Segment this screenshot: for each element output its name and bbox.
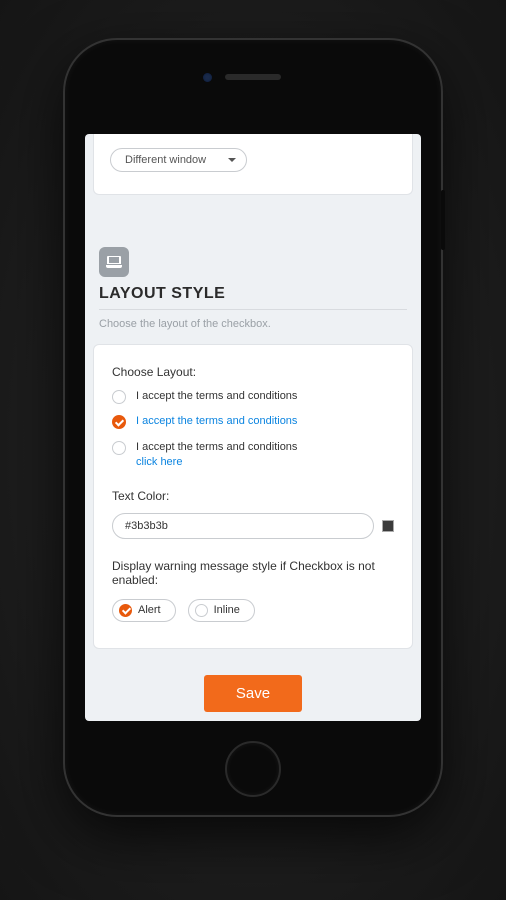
text-color-input[interactable] [112,513,374,539]
layout-option-base-text: I accept the terms and conditions [136,441,297,453]
radio-icon [195,604,208,617]
phone-camera [203,73,212,82]
radio-icon [112,390,126,404]
phone-speaker [225,74,281,80]
window-target-value: Different window [125,154,206,166]
layout-option-3[interactable]: I accept the terms and conditions click … [112,440,394,471]
home-button[interactable] [225,741,281,797]
radio-checked-icon [112,415,126,429]
laptop-icon [99,247,129,277]
layout-option-2[interactable]: I accept the terms and conditions [112,414,394,429]
layout-option-text: I accept the terms and conditions [136,414,297,429]
warning-options: Alert Inline [112,599,394,622]
warning-option-label: Inline [214,604,240,616]
actions-row: Save [85,675,421,712]
layout-style-section: LAYOUT STYLE Choose the layout of the ch… [99,247,407,330]
top-card: Different window [93,134,413,195]
layout-option-text: I accept the terms and conditions click … [136,440,297,471]
save-button[interactable]: Save [204,675,302,712]
layout-option-text: I accept the terms and conditions [136,389,297,404]
radio-checked-icon [119,604,132,617]
warning-style-label: Display warning message style if Checkbo… [112,559,394,587]
choose-layout-label: Choose Layout: [112,365,394,379]
layout-card: Choose Layout: I accept the terms and co… [93,344,413,649]
layout-option-1[interactable]: I accept the terms and conditions [112,389,394,404]
text-color-label: Text Color: [112,489,394,503]
layout-option-link[interactable]: click here [136,456,182,468]
phone-frame: Different window LAYOUT STYLE Choose the… [65,40,441,815]
warning-option-inline[interactable]: Inline [188,599,255,622]
divider [99,309,407,310]
section-subtitle: Choose the layout of the checkbox. [99,318,407,330]
app-screen: Different window LAYOUT STYLE Choose the… [85,134,421,721]
warning-option-label: Alert [138,604,161,616]
chevron-down-icon [228,158,236,162]
radio-icon [112,441,126,455]
color-swatch[interactable] [382,520,394,532]
warning-option-alert[interactable]: Alert [112,599,176,622]
text-color-row [112,513,394,539]
section-title: LAYOUT STYLE [99,285,407,303]
window-target-select[interactable]: Different window [110,148,247,172]
